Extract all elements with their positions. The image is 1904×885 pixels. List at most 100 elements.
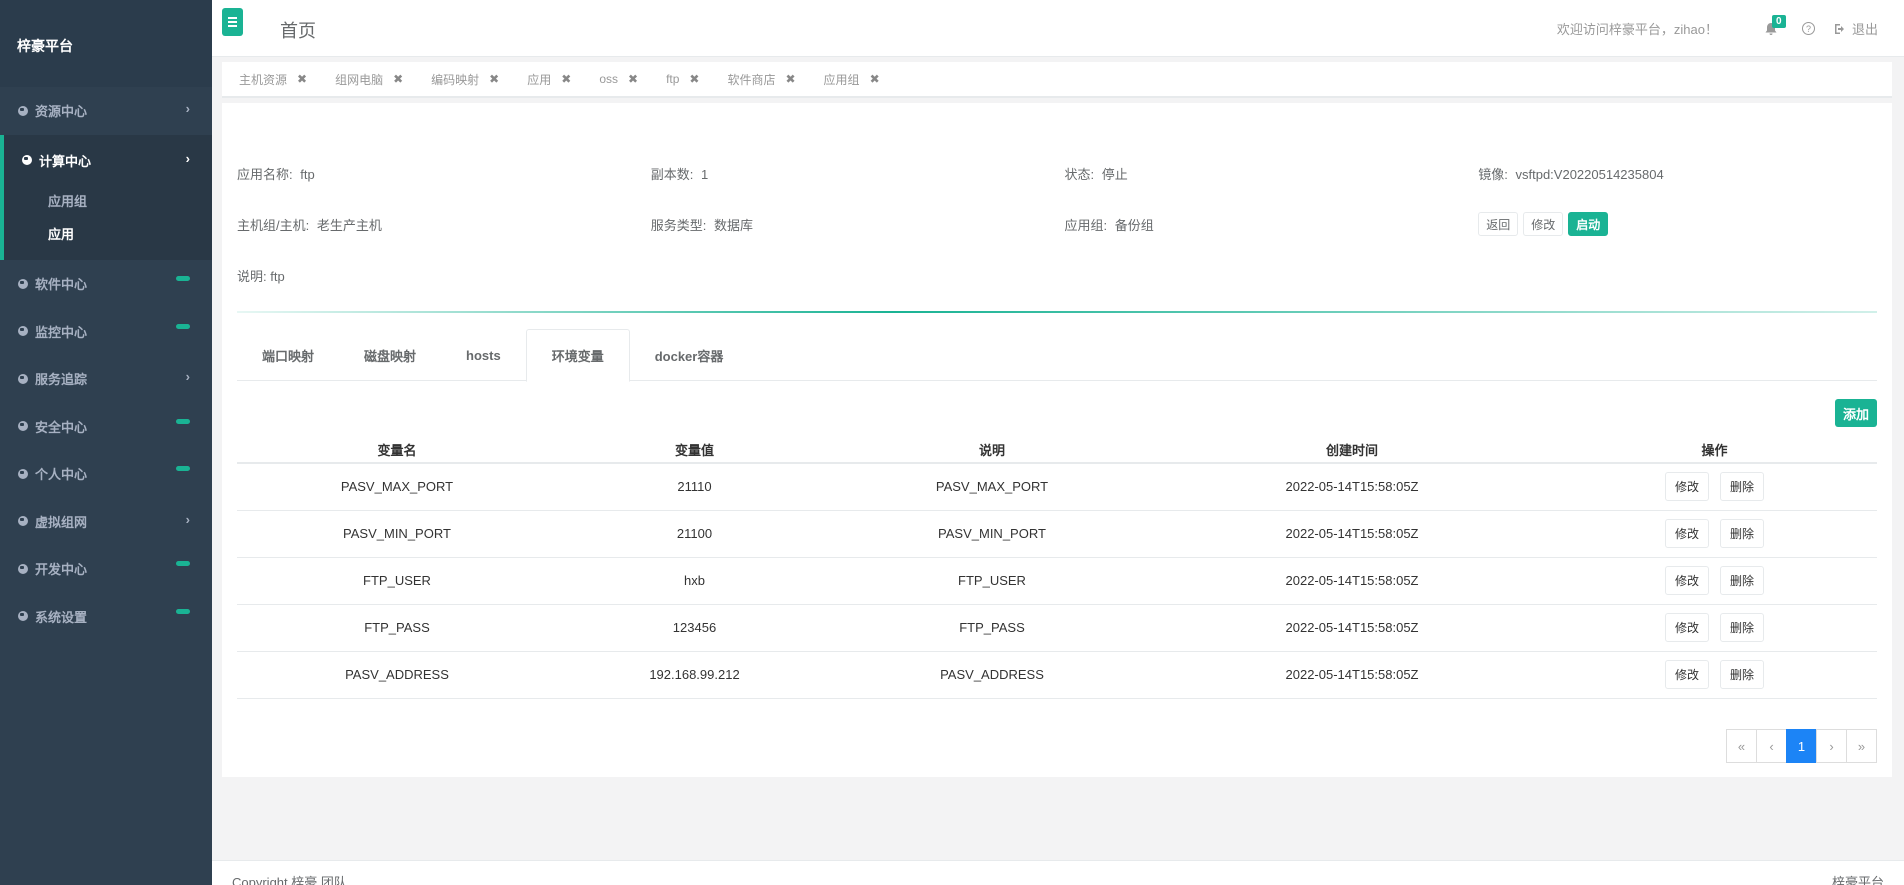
row-delete-button[interactable]: 删除 xyxy=(1720,472,1765,502)
cell-created: 2022-05-14T15:58:05Z xyxy=(1152,651,1552,699)
description-value: ftp xyxy=(270,269,285,284)
env-var-table: 变量名 变量值 说明 创建时间 操作 PASV_MAX_PORT 21110 PASV_MA… xyxy=(237,433,1877,699)
column-header: 创建时间 xyxy=(1152,433,1552,464)
page-tab-5[interactable]: ftp ✖ xyxy=(666,72,699,86)
replicas-field: 副本数: 1 xyxy=(650,167,709,182)
cell-actions: 修改 删除 xyxy=(1552,651,1877,699)
image-field: 镜像: vsftpd:V20220514235804 xyxy=(1478,167,1664,182)
cell-name: PASV_ADDRESS xyxy=(237,651,557,699)
replicas-value: 1 xyxy=(701,167,709,182)
start-app-button[interactable]: 启动 xyxy=(1568,212,1609,236)
app-name-field: 应用名称: ftp xyxy=(237,167,315,182)
sub-tab-1[interactable]: 磁盘映射 xyxy=(339,329,441,381)
sidebar-subitem-1[interactable]: 应用 xyxy=(4,217,212,250)
globe-icon xyxy=(18,421,28,432)
detail-row-2: 主机组/主机: 老生产主机 服务类型: 数据库 应用组: 备份组 返回 修改 启… xyxy=(237,212,1892,236)
row-delete-button[interactable]: 删除 xyxy=(1720,566,1765,595)
page-tab-0[interactable]: 主机资源 ✖ xyxy=(239,71,307,88)
close-icon[interactable]: ✖ xyxy=(689,72,699,86)
close-icon[interactable]: ✖ xyxy=(870,72,880,86)
sidebar-item-8[interactable]: 开发中心 xyxy=(0,545,212,593)
pager-last-button[interactable]: » xyxy=(1846,729,1877,763)
cell-name: FTP_PASS xyxy=(237,604,557,652)
footer: Copyright 梓豪 团队 梓豪平台 xyxy=(212,860,1904,885)
pagination: « ‹ 1 › » xyxy=(1726,729,1877,763)
pager-next-button[interactable]: › xyxy=(1816,729,1847,763)
cell-value: hxb xyxy=(557,557,832,605)
cell-name: FTP_USER xyxy=(237,557,557,605)
sidebar-item-5[interactable]: 安全中心 xyxy=(0,403,212,451)
row-edit-button[interactable]: 修改 xyxy=(1664,660,1709,689)
page-tab-label: ftp xyxy=(666,72,680,86)
close-icon[interactable]: ✖ xyxy=(489,72,499,86)
table-header-row: 变量名 变量值 说明 创建时间 操作 xyxy=(237,433,1877,464)
page-tab-7[interactable]: 应用组 ✖ xyxy=(824,71,880,88)
pager-first-button[interactable]: « xyxy=(1726,729,1757,763)
image-value: vsftpd:V20220514235804 xyxy=(1515,167,1664,182)
row-delete-button[interactable]: 删除 xyxy=(1720,660,1765,689)
logout-button[interactable]: 退出 xyxy=(1834,19,1878,38)
notification-count-badge: 0 xyxy=(1771,14,1786,28)
table-row: PASV_MIN_PORT 21100 PASV_MIN_PORT 2022-05-1… xyxy=(237,510,1877,558)
new-indicator-pill xyxy=(176,323,190,329)
sidebar-group-1: 计算中心 › 应用组 应用 xyxy=(0,134,212,260)
close-icon[interactable]: ✖ xyxy=(297,72,307,86)
page-tab-4[interactable]: oss ✖ xyxy=(599,72,638,86)
table-row: FTP_USER hxb FTP_USER 2022-05-14T15:58:05Z 修… xyxy=(237,557,1877,605)
sidebar-item-6[interactable]: 个人中心 xyxy=(0,450,212,498)
row-delete-button[interactable]: 删除 xyxy=(1720,613,1765,642)
row-edit-button[interactable]: 修改 xyxy=(1664,472,1709,502)
service-type-value: 数据库 xyxy=(714,218,754,233)
close-icon[interactable]: ✖ xyxy=(785,72,795,86)
add-env-var-button[interactable]: 添加 xyxy=(1834,399,1877,427)
table-row: PASV_ADDRESS 192.168.99.212 PASV_ADDRESS 20… xyxy=(237,651,1877,699)
sidebar-item-label: 系统设置 xyxy=(35,609,88,625)
page-tab-6[interactable]: 软件商店 ✖ xyxy=(727,71,795,88)
detail-sub-tabs: 端口映射 磁盘映射 hosts 环境变量 docker容器 xyxy=(237,329,1877,382)
table-row: FTP_PASS 123456 FTP_PASS 2022-05-14T15:58:0… xyxy=(237,604,1877,652)
sidebar-item-3[interactable]: 监控中心 xyxy=(0,308,212,356)
sub-tab-2[interactable]: hosts xyxy=(441,329,526,381)
chevron-right-icon: › xyxy=(185,101,190,116)
row-edit-button[interactable]: 修改 xyxy=(1664,519,1709,548)
cell-created: 2022-05-14T15:58:05Z xyxy=(1152,604,1552,652)
page-tab-1[interactable]: 组网电脑 ✖ xyxy=(335,71,403,88)
globe-icon xyxy=(18,278,28,289)
sub-tab-3[interactable]: 环境变量 xyxy=(525,329,630,382)
menu-toggle-button[interactable] xyxy=(222,8,243,36)
back-button[interactable]: 返回 xyxy=(1478,212,1519,236)
status-value: 停止 xyxy=(1101,167,1128,182)
globe-icon xyxy=(18,105,28,116)
sub-tab-0[interactable]: 端口映射 xyxy=(237,329,339,381)
edit-app-button[interactable]: 修改 xyxy=(1523,212,1564,236)
row-actions: 修改 删除 xyxy=(1664,519,1765,548)
cell-created: 2022-05-14T15:58:05Z xyxy=(1152,557,1552,605)
sidebar-item-9[interactable]: 系统设置 xyxy=(0,593,212,641)
sidebar-item-1[interactable]: 计算中心 › xyxy=(4,136,212,184)
globe-icon xyxy=(18,326,28,337)
sidebar-nav: 资源中心 › 计算中心 › 应用组 应用 软件中心 监控中心 服务追踪 › 安全中心 个人中心 虚拟组网… xyxy=(0,87,212,640)
row-edit-button[interactable]: 修改 xyxy=(1664,613,1709,642)
sidebar-item-0[interactable]: 资源中心 › xyxy=(0,87,212,135)
page-tab-2[interactable]: 编码映射 ✖ xyxy=(431,71,499,88)
sidebar-item-7[interactable]: 虚拟组网 › xyxy=(0,498,212,546)
row-edit-button[interactable]: 修改 xyxy=(1664,566,1709,595)
sidebar-subitem-0[interactable]: 应用组 xyxy=(4,184,212,217)
close-icon[interactable]: ✖ xyxy=(561,72,571,86)
notification-bell[interactable]: 0 xyxy=(1764,14,1786,36)
sidebar-item-2[interactable]: 软件中心 xyxy=(0,260,212,308)
row-delete-button[interactable]: 删除 xyxy=(1720,519,1765,548)
sidebar-item-4[interactable]: 服务追踪 › xyxy=(0,355,212,403)
page-tab-3[interactable]: 应用 ✖ xyxy=(527,71,571,88)
close-icon[interactable]: ✖ xyxy=(628,72,638,86)
cell-actions: 修改 删除 xyxy=(1552,463,1877,511)
pager-page-current[interactable]: 1 xyxy=(1786,729,1817,763)
pager-prev-button[interactable]: ‹ xyxy=(1756,729,1787,763)
help-icon[interactable]: ? xyxy=(1801,22,1815,35)
close-icon[interactable]: ✖ xyxy=(393,72,403,86)
sidebar-item-label: 服务追踪 xyxy=(35,372,88,388)
sub-tab-4[interactable]: docker容器 xyxy=(630,329,749,381)
sidebar-item-label: 监控中心 xyxy=(35,324,88,340)
cell-name: PASV_MAX_PORT xyxy=(237,463,557,511)
detail-row-3: 说明: ftp xyxy=(237,266,1892,285)
